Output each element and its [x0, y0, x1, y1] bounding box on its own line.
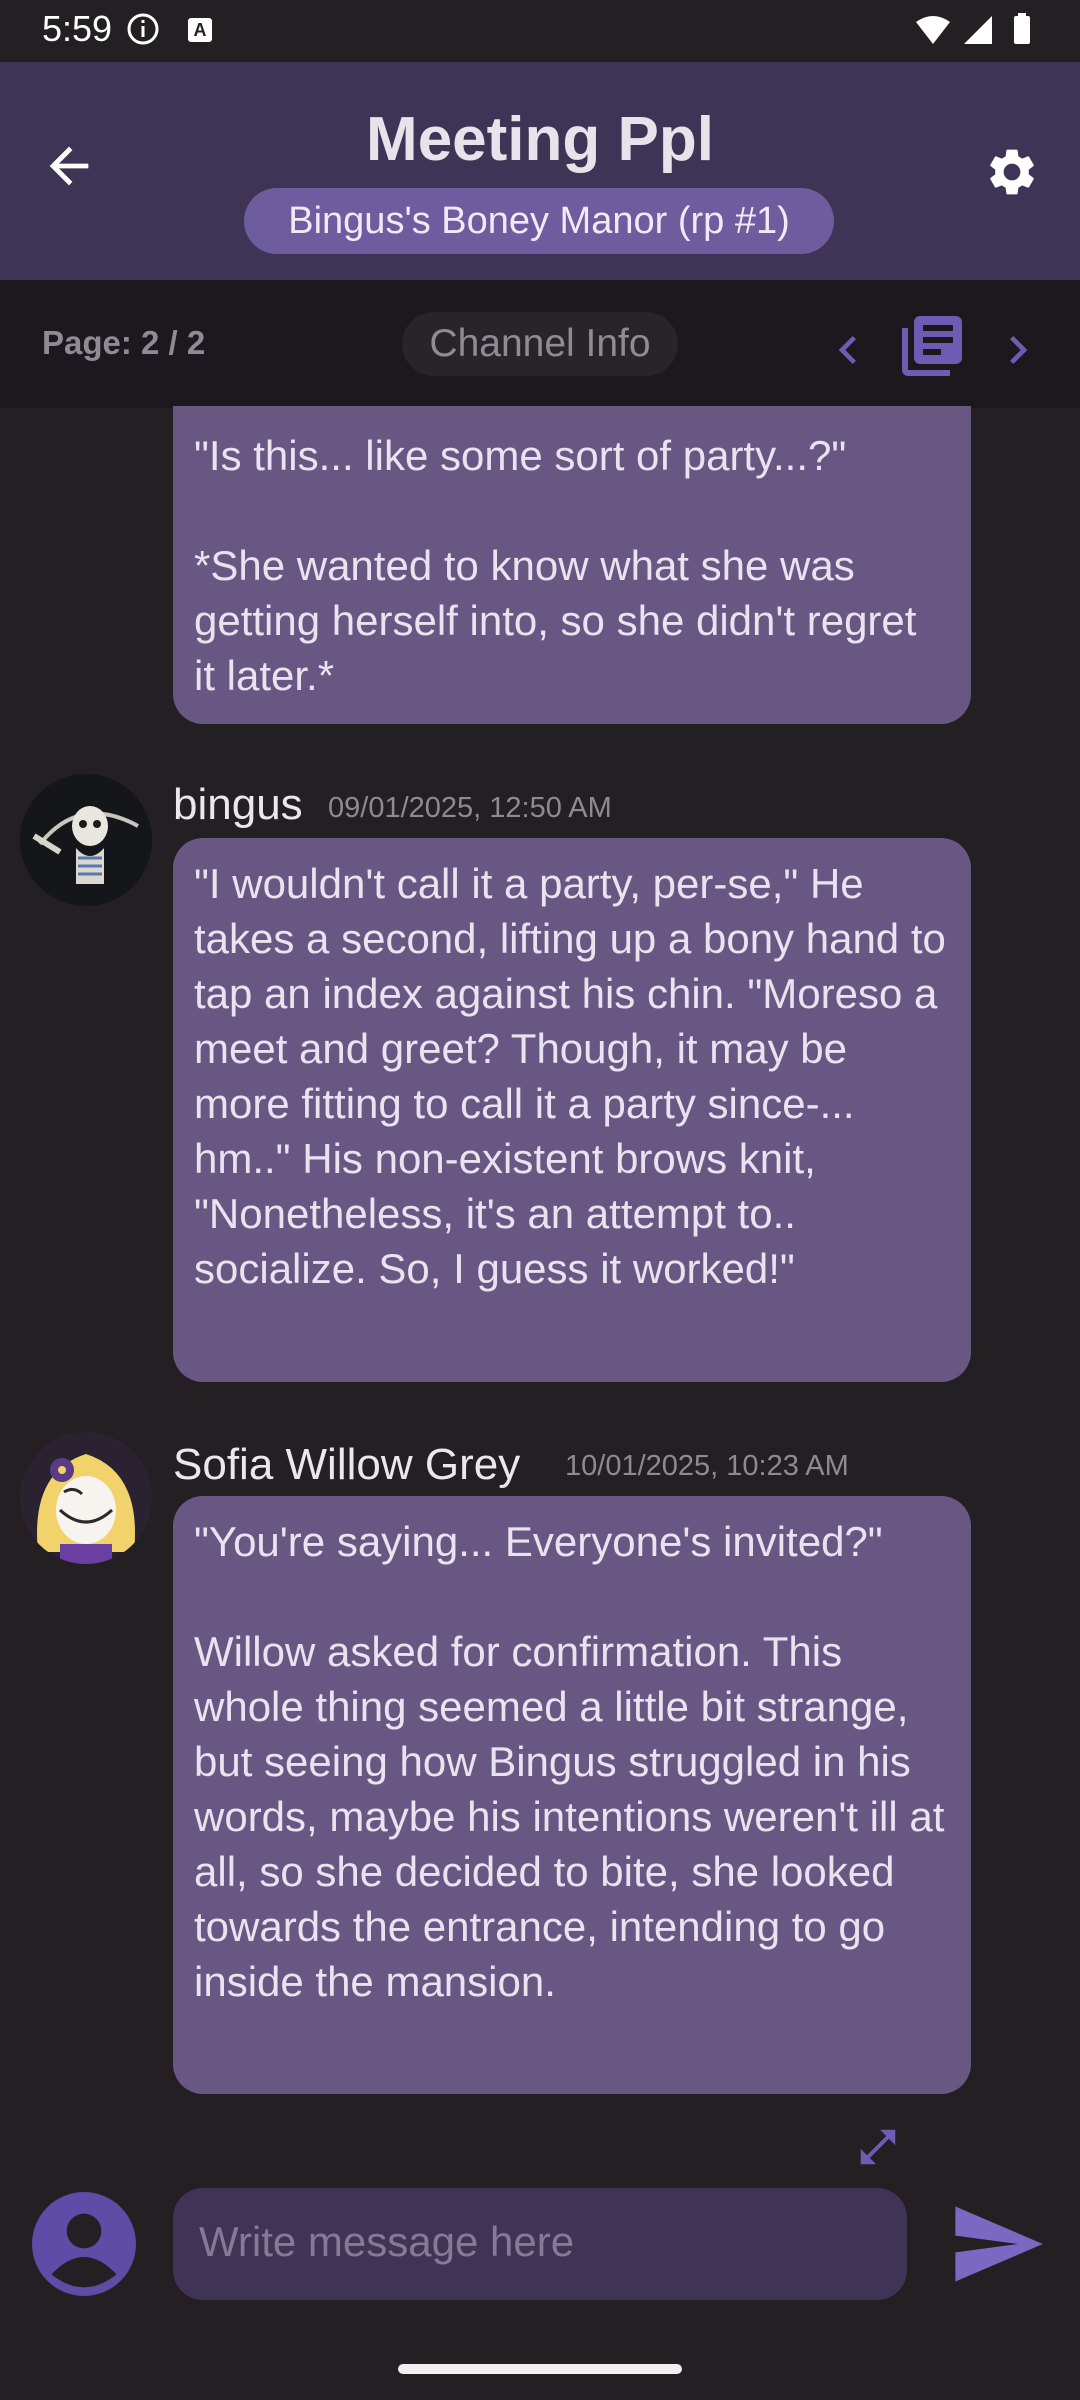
message-bubble: "Is this... like some sort of party...?"…	[173, 406, 971, 724]
girl-avatar-image	[20, 1432, 152, 1564]
message-input[interactable]: Write message here	[173, 2188, 907, 2300]
message-timestamp: 10/01/2025, 10:23 AM	[565, 1450, 849, 1482]
message-timestamp: 09/01/2025, 12:50 AM	[328, 792, 612, 824]
message-bubble: "You're saying... Everyone's invited?" W…	[173, 1496, 971, 2094]
message-author[interactable]: bingus	[173, 780, 303, 830]
channel-info-button[interactable]: Channel Info	[402, 312, 678, 376]
status-time: 5:59	[42, 8, 113, 49]
app-bar: Meeting Ppl Bingus's Boney Manor (rp #1)	[0, 62, 1080, 280]
library-books-icon[interactable]	[896, 310, 968, 382]
avatar[interactable]	[20, 774, 152, 906]
keyboard-a-icon: A	[188, 18, 212, 42]
gesture-handle	[398, 2364, 682, 2374]
expand-icon[interactable]	[855, 2124, 901, 2170]
chevron-left-icon[interactable]	[820, 322, 876, 378]
channel-title: Meeting Ppl	[366, 105, 714, 174]
status-bar: 5:59 A	[0, 0, 1080, 62]
message-author[interactable]: Sofia Willow Grey	[173, 1440, 520, 1490]
account-circle-icon[interactable]	[32, 2192, 136, 2296]
chevron-right-icon[interactable]	[990, 322, 1046, 378]
page-indicator: Page: 2 / 2	[42, 324, 206, 361]
message-bubble: "I wouldn't call it a party, per-se," He…	[173, 838, 971, 1382]
page-navigation-bar: Page: 2 / 2 Channel Info	[0, 280, 1080, 408]
avatar[interactable]	[20, 1432, 152, 1564]
send-icon[interactable]	[940, 2194, 1054, 2294]
message-input-placeholder: Write message here	[199, 2218, 575, 2265]
channel-name-chip[interactable]: Bingus's Boney Manor (rp #1)	[244, 188, 834, 254]
gear-icon[interactable]	[984, 144, 1040, 200]
skeleton-avatar-image	[20, 774, 152, 906]
info-icon	[127, 13, 159, 45]
system-status-icons	[916, 13, 1030, 44]
